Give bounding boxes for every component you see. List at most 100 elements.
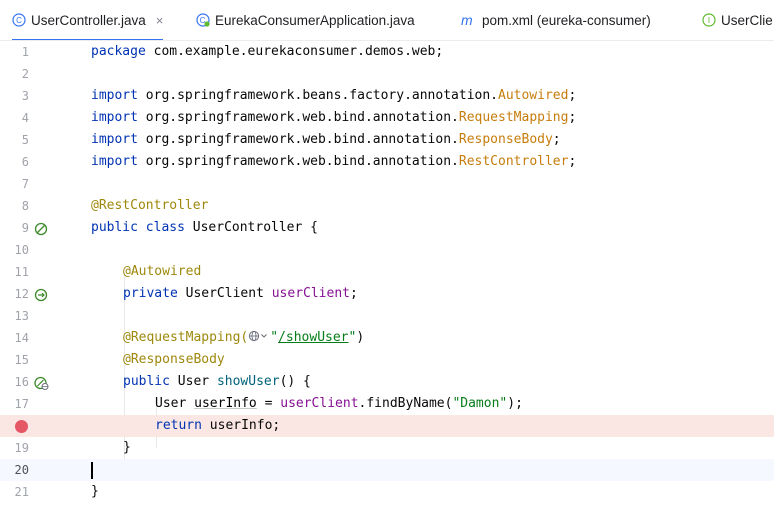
import-class: Autowired	[498, 88, 569, 103]
code-line[interactable]: 21 }	[0, 481, 774, 503]
keyword: return	[155, 418, 202, 433]
code-line[interactable]: 4 import org.springframework.web.bind.an…	[0, 107, 774, 129]
line-number: 10	[14, 243, 29, 257]
code-line[interactable]: 3 import org.springframework.beans.facto…	[0, 85, 774, 107]
semicolon: ;	[552, 132, 561, 147]
code-line[interactable]: 7	[0, 173, 774, 195]
line-number: 16	[14, 375, 29, 389]
line-number: 19	[14, 441, 29, 455]
code-line[interactable]: 8 @RestController	[0, 195, 774, 217]
breakpoint-icon[interactable]	[15, 420, 28, 433]
line-number: 6	[21, 155, 29, 169]
keyword: import	[91, 154, 138, 169]
string-literal: "Damon"	[452, 396, 508, 411]
code-text: User userInfo = userClient.findByName("D…	[155, 393, 523, 415]
code-text: public class UserController {	[91, 217, 318, 239]
class-name: UserController {	[184, 220, 318, 235]
code-text: import org.springframework.web.bind.anno…	[91, 129, 561, 151]
line-number: 14	[14, 331, 29, 345]
code-line[interactable]: 1 package com.example.eurekaconsumer.dem…	[0, 41, 774, 63]
code-line[interactable]: 12 private UserClient userClient;	[0, 283, 774, 305]
annotation: @ResponseBody	[123, 352, 225, 367]
keyword: public	[91, 220, 138, 235]
return-value: userInfo;	[201, 418, 281, 433]
code-text: private UserClient userClient;	[123, 283, 358, 305]
field-name: userClient	[280, 396, 359, 411]
paren: );	[507, 396, 523, 411]
field-name: userClient	[271, 286, 350, 301]
semicolon: ;	[568, 88, 577, 103]
code-text: @ResponseBody	[123, 349, 225, 371]
line-number: 15	[14, 353, 29, 367]
endpoint-gutter-icon[interactable]	[34, 375, 49, 390]
autowired-gutter-icon[interactable]	[34, 287, 49, 302]
code-line[interactable]: 10	[0, 239, 774, 261]
code-line[interactable]: 2	[0, 63, 774, 85]
spring-bean-gutter-icon[interactable]	[34, 221, 49, 236]
annotation: @Autowired	[123, 264, 202, 279]
tab-user-controller[interactable]: C UserController.java ×	[12, 0, 164, 40]
code-text: public User showUser() {	[123, 371, 311, 393]
code-text: @RestController	[91, 195, 208, 217]
tab-label: EurekaConsumerApplication.java	[215, 12, 415, 28]
code-text: import org.springframework.web.bind.anno…	[91, 107, 576, 129]
code-text: package com.example.eurekaconsumer.demos…	[91, 41, 443, 63]
code-line[interactable]: 6 import org.springframework.web.bind.an…	[0, 151, 774, 173]
code-line[interactable]: 15 @ResponseBody	[0, 349, 774, 371]
line-number: 21	[14, 485, 29, 499]
code-line[interactable]: 5 import org.springframework.web.bind.an…	[0, 129, 774, 151]
tab-pom-xml[interactable]: m pom.xml (eureka-consumer)	[461, 0, 651, 40]
import-class: ResponseBody	[458, 132, 553, 147]
import-package: org.springframework.web.bind.annotation.	[137, 132, 459, 147]
svg-text:I: I	[708, 16, 710, 25]
code-line[interactable]: 11 @Autowired	[0, 261, 774, 283]
code-line[interactable]: 19 }	[0, 437, 774, 459]
local-variable: userInfo	[194, 396, 257, 411]
type-name: User	[155, 396, 195, 411]
import-class: RequestMapping	[458, 110, 569, 125]
type-name: UserClient	[177, 286, 272, 301]
keyword: public	[123, 374, 170, 389]
code-text: import org.springframework.web.bind.anno…	[91, 151, 576, 173]
code-text: @RequestMapping("/showUser")	[123, 327, 364, 349]
package-name: com.example.eurekaconsumer.demos.web;	[145, 44, 444, 59]
line-number: 1	[21, 45, 29, 59]
line-number: 12	[14, 287, 29, 301]
tab-label: UserClie	[721, 12, 773, 28]
editor-tab-bar: C UserController.java × C EurekaConsumer…	[0, 0, 774, 41]
class-icon: C	[12, 13, 26, 27]
code-line-breakpoint[interactable]: return userInfo;	[0, 415, 774, 437]
string-quote: "	[270, 330, 279, 345]
line-number: 5	[21, 133, 29, 147]
import-package: org.springframework.web.bind.annotation.	[137, 154, 459, 169]
code-line[interactable]: 16 public User showUser() {	[0, 371, 774, 393]
tab-user-client[interactable]: I UserClie	[702, 0, 773, 40]
code-line[interactable]: 13	[0, 305, 774, 327]
code-line[interactable]: 9 public class UserController {	[0, 217, 774, 239]
line-number: 17	[14, 397, 29, 411]
code-line[interactable]: 17 User userInfo = userClient.findByName…	[0, 393, 774, 415]
url-link[interactable]: /showUser	[278, 330, 348, 345]
operator: =	[256, 396, 281, 411]
brace: }	[91, 484, 99, 499]
line-number: 3	[21, 89, 29, 103]
method-name: showUser	[216, 374, 280, 389]
code-line[interactable]: 14 @RequestMapping("/showUser")	[0, 327, 774, 349]
line-number: 13	[14, 309, 29, 323]
paren: () {	[279, 374, 311, 389]
code-line-current[interactable]: 20	[0, 459, 774, 481]
tab-label: UserController.java	[31, 12, 146, 28]
globe-icon[interactable]	[248, 329, 270, 343]
code-editor[interactable]: 1 package com.example.eurekaconsumer.dem…	[0, 41, 774, 529]
paren: )	[356, 330, 365, 345]
import-package: org.springframework.web.bind.annotation.	[137, 110, 459, 125]
spring-class-icon: C	[196, 13, 210, 27]
maven-icon: m	[461, 13, 477, 27]
keyword: import	[91, 88, 138, 103]
keyword: private	[123, 286, 178, 301]
tab-eureka-consumer-application[interactable]: C EurekaConsumerApplication.java	[196, 0, 415, 40]
semicolon: ;	[350, 286, 358, 301]
close-icon[interactable]: ×	[156, 13, 164, 28]
svg-text:C: C	[16, 16, 22, 25]
line-number: 7	[21, 177, 29, 191]
